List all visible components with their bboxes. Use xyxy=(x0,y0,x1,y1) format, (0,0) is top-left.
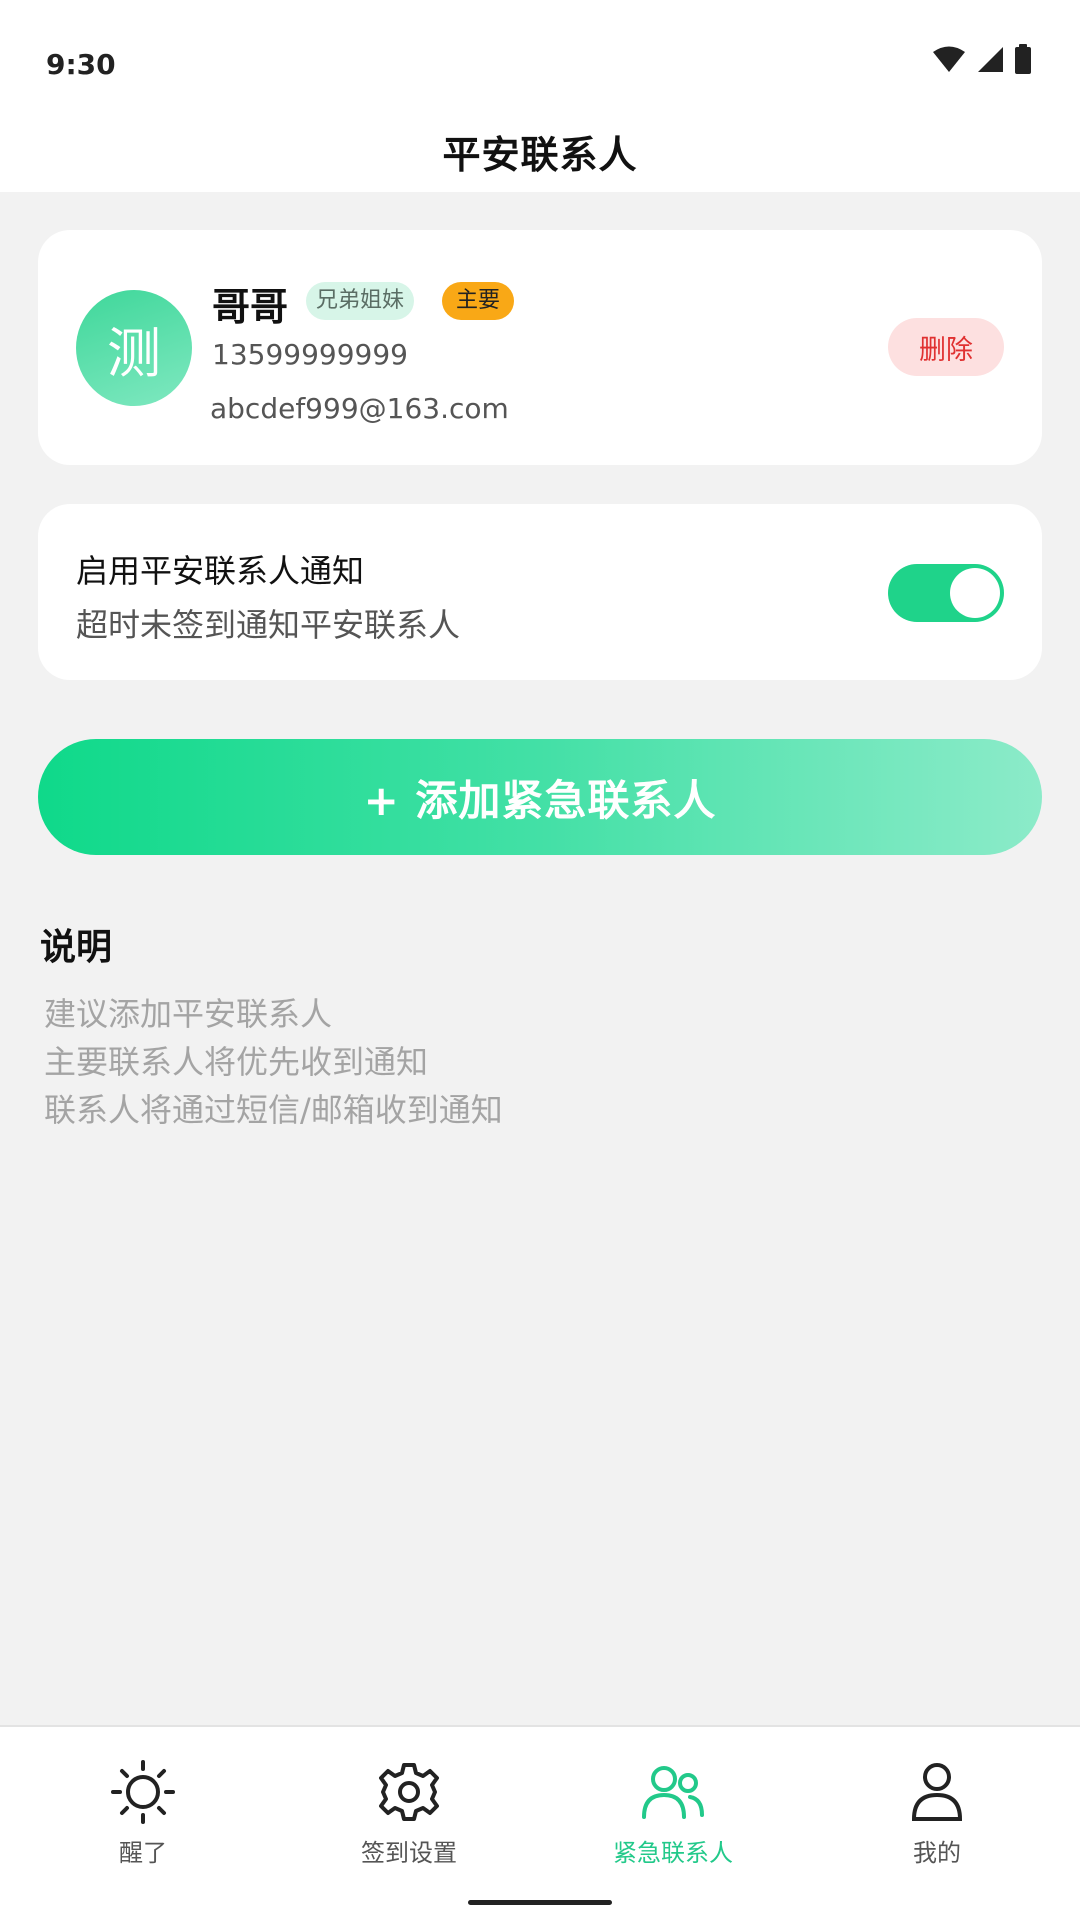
contact-card: 测 哥哥 兄弟姐妹 主要 13599999999 abcdef999@163.c… xyxy=(38,230,1042,465)
tab-label: 醒了 xyxy=(119,1839,167,1867)
tab-emergency-contacts[interactable]: 紧急联系人 xyxy=(563,1757,783,1868)
signal-icon xyxy=(978,47,1003,72)
delete-contact-button[interactable]: 删除 xyxy=(888,318,1004,376)
relation-tag: 兄弟姐妹 xyxy=(306,282,415,320)
tab-checkin-settings[interactable]: 签到设置 xyxy=(299,1757,519,1868)
contact-name: 哥哥 xyxy=(212,285,289,329)
system-icons xyxy=(932,44,1032,74)
tab-label: 我的 xyxy=(913,1839,961,1867)
notes-list: 建议添加平安联系人 主要联系人将优先收到通知 联系人将通过短信/邮箱收到通知 xyxy=(44,990,503,1134)
battery-icon xyxy=(1015,44,1031,74)
add-button-label: + 添加紧急联系人 xyxy=(363,775,717,825)
primary-tag: 主要 xyxy=(442,282,515,320)
contacts-icon xyxy=(642,1766,704,1819)
status-bar: 9:30 xyxy=(0,0,1080,110)
wifi-icon xyxy=(933,46,965,72)
notification-toggle-switch[interactable] xyxy=(888,564,1004,622)
avatar: 测 xyxy=(76,290,192,406)
bottom-tab-bar: 醒了 签到设置 紧急联系人 我的 xyxy=(0,1725,1080,1922)
status-time: 9:30 xyxy=(46,48,116,81)
tab-me[interactable]: 我的 xyxy=(827,1757,1047,1868)
contact-email: abcdef999@163.com xyxy=(210,392,509,425)
notes-heading: 说明 xyxy=(40,927,113,968)
gear-icon xyxy=(379,1763,439,1821)
tab-label: 签到设置 xyxy=(361,1839,457,1867)
toggle-subtitle: 超时未签到通知平安联系人 xyxy=(76,606,461,644)
app-header: 平安联系人 xyxy=(0,110,1080,192)
toggle-knob xyxy=(950,568,1000,618)
notification-toggle-card: 启用平安联系人通知 超时未签到通知平安联系人 xyxy=(38,504,1042,680)
page-title: 平安联系人 xyxy=(442,132,638,177)
note-line: 建议添加平安联系人 xyxy=(44,995,333,1033)
sun-icon xyxy=(111,1760,175,1824)
toggle-title: 启用平安联系人通知 xyxy=(76,552,365,590)
delete-button-label: 删除 xyxy=(919,334,973,366)
person-icon xyxy=(911,1763,963,1821)
tab-wake[interactable]: 醒了 xyxy=(33,1757,253,1868)
note-line: 联系人将通过短信/邮箱收到通知 xyxy=(44,1091,503,1129)
avatar-text: 测 xyxy=(107,321,161,385)
tab-label: 紧急联系人 xyxy=(613,1839,733,1867)
add-emergency-contact-button[interactable]: + 添加紧急联系人 xyxy=(38,739,1042,855)
home-indicator[interactable] xyxy=(468,1900,612,1905)
note-line: 主要联系人将优先收到通知 xyxy=(44,1043,429,1081)
contact-phone: 13599999999 xyxy=(212,338,408,371)
